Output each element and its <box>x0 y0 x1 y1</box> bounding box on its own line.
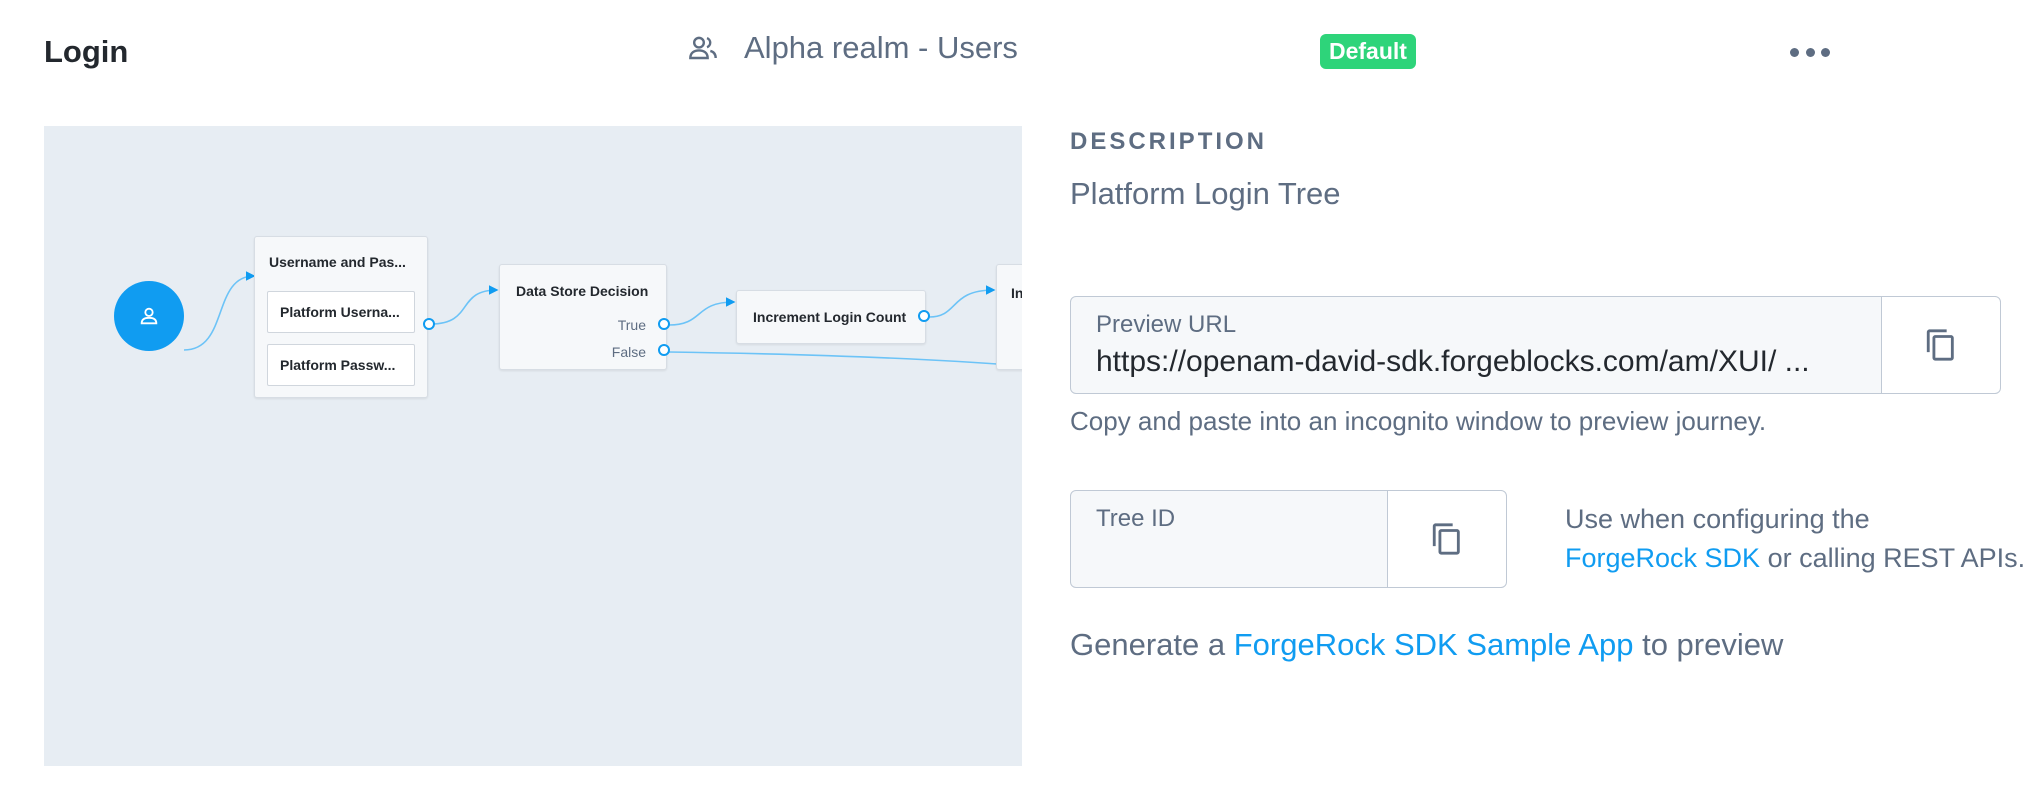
outcome-true-label: True <box>617 317 646 333</box>
node-title: In <box>1011 285 1022 301</box>
platform-username-node[interactable]: Platform Userna... <box>267 291 415 333</box>
connector <box>183 271 256 351</box>
realm-label: Alpha realm - Users <box>744 30 1018 65</box>
connector <box>928 285 996 318</box>
outcome-false-port[interactable] <box>658 344 670 356</box>
node-title: Username and Pas... <box>269 254 406 270</box>
more-horizontal-icon[interactable] <box>1790 40 1830 64</box>
sdk-sample-app-link[interactable]: ForgeRock SDK Sample App <box>1234 627 1634 662</box>
preview-url-label: Preview URL <box>1096 311 1237 338</box>
copy-tree-id-button[interactable] <box>1387 490 1507 588</box>
outcome-true-port[interactable] <box>658 318 670 330</box>
realm-indicator: Alpha realm - Users <box>684 30 1018 66</box>
page-title: Login <box>44 34 129 69</box>
preview-url-help: Copy and paste into an incognito window … <box>1070 406 1767 436</box>
data-store-decision-node[interactable]: Data Store Decision True False <box>499 264 667 370</box>
tree-id-help-suffix: or calling REST APIs. <box>1760 543 2026 573</box>
username-password-node[interactable]: Username and Pas... Platform Userna... P… <box>254 236 428 398</box>
copy-icon <box>1432 523 1460 555</box>
dot <box>1790 47 1799 57</box>
start-node[interactable] <box>114 281 184 351</box>
description-text: Platform Login Tree <box>1070 176 1341 211</box>
next-node-partial[interactable]: In <box>996 264 1022 370</box>
node-title: Increment Login Count <box>753 309 907 325</box>
dot <box>1821 47 1830 57</box>
outcome-false-label: False <box>611 344 646 360</box>
tree-id-help-line2: ForgeRock SDK or calling REST APIs. <box>1565 539 2025 578</box>
tree-id-help: Use when configuring the ForgeRock SDK o… <box>1565 500 2025 578</box>
preview-url-field[interactable]: Preview URL https://openam-david-sdk.for… <box>1070 296 2001 394</box>
default-badge: Default <box>1320 34 1416 69</box>
user-icon <box>140 307 158 325</box>
copy-preview-url-button[interactable] <box>1881 296 2001 394</box>
users-icon <box>689 36 717 60</box>
tree-id-label: Tree ID <box>1096 505 1176 532</box>
outcome-port[interactable] <box>918 310 930 322</box>
preview-url-value[interactable]: https://openam-david-sdk.forgeblocks.com… <box>1096 345 1810 379</box>
dot <box>1805 47 1815 57</box>
tree-id-field[interactable]: Tree ID <box>1070 490 1507 588</box>
description-heading: DESCRIPTION <box>1070 128 1268 155</box>
forgerock-sdk-link[interactable]: ForgeRock SDK <box>1565 543 1760 573</box>
increment-login-count-node[interactable]: Increment Login Count <box>736 290 926 344</box>
platform-password-node[interactable]: Platform Passw... <box>267 344 415 386</box>
generate-suffix: to preview <box>1633 627 1784 662</box>
connector <box>668 351 1022 367</box>
generate-sample-app: Generate a ForgeRock SDK Sample App to p… <box>1070 627 1783 663</box>
node-title: Data Store Decision <box>516 283 649 299</box>
connector <box>668 297 736 326</box>
tree-id-help-line1: Use when configuring the <box>1565 504 1870 534</box>
copy-icon <box>1926 329 1954 361</box>
connector <box>430 285 499 325</box>
generate-prefix: Generate a <box>1070 627 1234 662</box>
node-connections <box>183 271 1022 367</box>
tree-canvas[interactable]: Username and Pas... Platform Userna... P… <box>44 126 1022 766</box>
outcome-port[interactable] <box>423 318 435 330</box>
